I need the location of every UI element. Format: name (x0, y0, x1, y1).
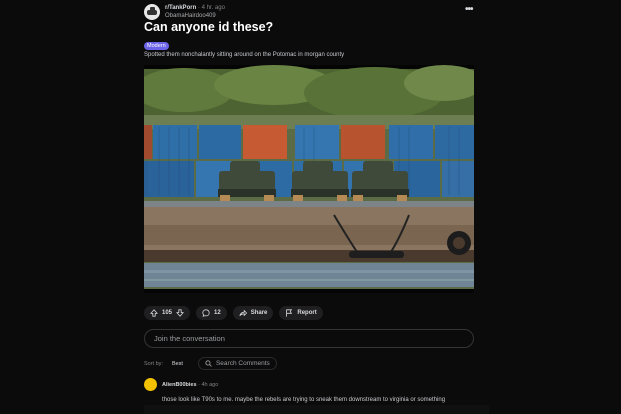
vote-count: 105 (162, 310, 173, 316)
subreddit-name[interactable]: r/TankPorn (165, 5, 196, 11)
report-button[interactable]: Report (279, 306, 323, 320)
share-label: Share (250, 310, 268, 316)
post-actions: 105 12 Share Report (144, 306, 323, 320)
comment-sort-row: Sort by: Best Search Comments (144, 357, 277, 370)
join-conversation-input[interactable]: Join the conversation (144, 329, 474, 348)
post-container: r/TankPorn · 4 hr. ago ObamaHairdoo409 •… (138, 0, 489, 414)
report-label: Report (297, 310, 317, 316)
post-author[interactable]: ObamaHairdoo409 (165, 12, 225, 20)
vote-pill: 105 (144, 306, 191, 320)
share-arrow-icon (239, 309, 247, 317)
comment-meta: AlienB00bies · 4h ago (162, 382, 218, 388)
search-placeholder: Search Comments (215, 360, 270, 367)
comments-button[interactable]: 12 (196, 306, 227, 320)
arrow-down-icon[interactable] (176, 309, 185, 317)
speech-bubble-icon (202, 309, 210, 317)
subreddit-avatar[interactable] (144, 4, 160, 20)
post-meta: r/TankPorn · 4 hr. ago ObamaHairdoo409 (165, 4, 225, 20)
post-photo (144, 65, 474, 293)
search-comments-input[interactable]: Search Comments (197, 357, 277, 370)
share-button[interactable]: Share (232, 306, 274, 320)
more-horizontal-icon[interactable]: ••• (465, 5, 473, 15)
bottom-overlay (144, 405, 489, 414)
sort-dropdown[interactable]: Best (172, 361, 183, 367)
comment-text: those look like T90s to me. maybe the re… (162, 397, 446, 403)
post-flair[interactable]: Modern (144, 42, 169, 50)
comment-count: 12 (214, 310, 221, 316)
post-image[interactable] (144, 65, 474, 293)
flag-icon (286, 309, 293, 317)
post-header: r/TankPorn · 4 hr. ago ObamaHairdoo409 (144, 4, 225, 20)
search-icon (205, 360, 212, 367)
subreddit-line: r/TankPorn · 4 hr. ago (165, 4, 225, 12)
arrow-up-icon[interactable] (150, 309, 158, 317)
avatar[interactable] (144, 378, 157, 391)
post-title: Can anyone id these? (144, 20, 274, 34)
sort-label: Sort by: (144, 360, 163, 367)
post-body: Spotted them nonchalantly sitting around… (144, 52, 345, 58)
comment-time: 4h ago (201, 382, 219, 388)
comment-author[interactable]: AlienB00bies (162, 382, 197, 388)
post-time: 4 hr. ago (201, 5, 225, 11)
